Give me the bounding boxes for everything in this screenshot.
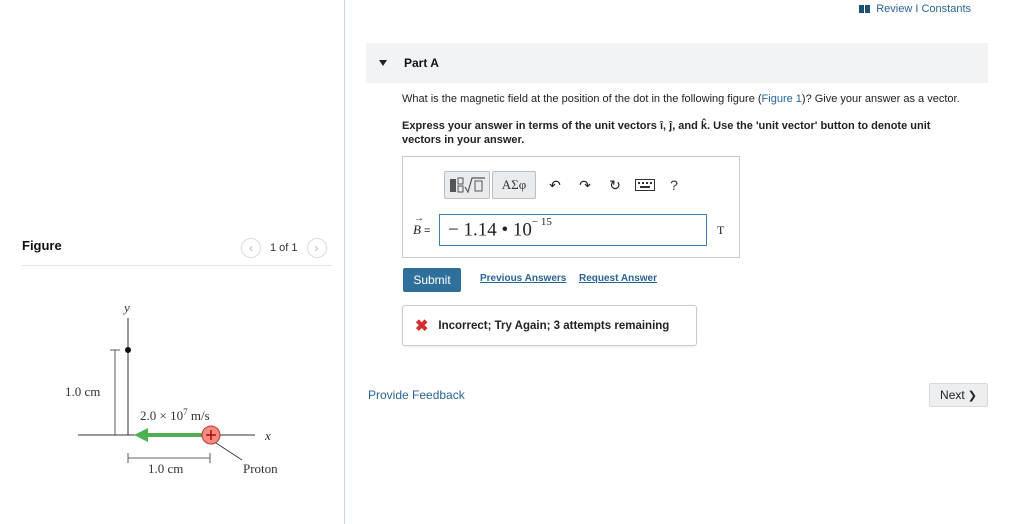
vertical-distance-label: 1.0 cm <box>65 384 100 399</box>
equation-row: → B = − 1.14 • 10− 15 T <box>413 213 725 246</box>
chevron-right-icon: ❯ <box>967 389 977 402</box>
review-constants-link[interactable]: Review I Constants <box>859 3 971 15</box>
proton-label: Proton <box>243 461 278 476</box>
figure-title: Figure <box>22 238 62 253</box>
figure-link[interactable]: Figure 1 <box>762 93 802 105</box>
figure-pager: ‹ 1 of 1 › <box>241 238 327 258</box>
keyboard-icon <box>635 179 655 191</box>
answer-box: ΑΣφ ↶ ↷ ↻ ? → B = − 1.14 • 10− 15 T <box>402 156 740 258</box>
next-button[interactable]: Next ❯ <box>929 383 988 407</box>
redo-icon[interactable]: ↷ <box>570 171 600 199</box>
answer-input[interactable]: − 1.14 • 10− 15 <box>439 214 707 246</box>
templates-button[interactable] <box>444 171 490 199</box>
templates-icon <box>450 177 485 194</box>
proton-pointer <box>215 442 243 461</box>
next-figure-button[interactable]: › <box>306 238 327 258</box>
x-axis-label: x <box>264 428 271 443</box>
instruction-text: Express your answer in terms of the unit… <box>402 120 931 146</box>
figure-panel: Figure ‹ 1 of 1 › y x 1.0 cm 1.0 cm 2.0 … <box>0 0 345 524</box>
field-point-dot <box>125 347 131 353</box>
collapse-triangle-icon[interactable] <box>379 60 387 66</box>
book-icon <box>859 5 871 13</box>
provide-feedback-link[interactable]: Provide Feedback <box>368 388 465 402</box>
y-axis-label: y <box>122 300 130 315</box>
chevron-right-icon: › <box>314 241 319 255</box>
figure-diagram: y x 1.0 cm 1.0 cm 2.0 × 107 m/s Proton <box>65 300 278 476</box>
review-constants-label: Review I Constants <box>876 3 971 15</box>
prev-figure-button[interactable]: ‹ <box>241 238 261 258</box>
chevron-left-icon: ‹ <box>249 241 253 255</box>
submit-button[interactable]: Submit <box>403 268 461 292</box>
request-answer-link[interactable]: Request Answer <box>579 273 657 284</box>
greek-symbols-button[interactable]: ΑΣφ <box>492 171 536 199</box>
horizontal-distance-label: 1.0 cm <box>148 461 183 476</box>
part-header[interactable]: Part A <box>366 43 988 83</box>
answer-unit: T <box>717 222 725 237</box>
incorrect-icon: ✖ <box>415 317 429 335</box>
feedback-message: Incorrect; Try Again; 3 attempts remaini… <box>438 319 670 332</box>
keyboard-button[interactable] <box>630 171 660 199</box>
part-title: Part A <box>404 56 439 70</box>
help-button[interactable]: ? <box>660 171 688 199</box>
figure-page-count: 1 of 1 <box>270 242 298 254</box>
reset-icon[interactable]: ↻ <box>600 171 630 199</box>
next-label: Next <box>940 388 965 402</box>
velocity-label: 2.0 × 107 m/s <box>140 407 210 423</box>
undo-icon[interactable]: ↶ <box>540 171 570 199</box>
figure-divider <box>22 265 332 266</box>
feedback-box: ✖ Incorrect; Try Again; 3 attempts remai… <box>402 305 697 346</box>
velocity-arrow-head <box>134 428 148 442</box>
math-toolbar: ΑΣφ ↶ ↷ ↻ ? <box>444 171 688 199</box>
previous-answers-link[interactable]: Previous Answers <box>480 273 566 284</box>
answer-variable-label: → B = <box>413 213 431 237</box>
question-text: What is the magnetic field at the positi… <box>402 93 960 105</box>
